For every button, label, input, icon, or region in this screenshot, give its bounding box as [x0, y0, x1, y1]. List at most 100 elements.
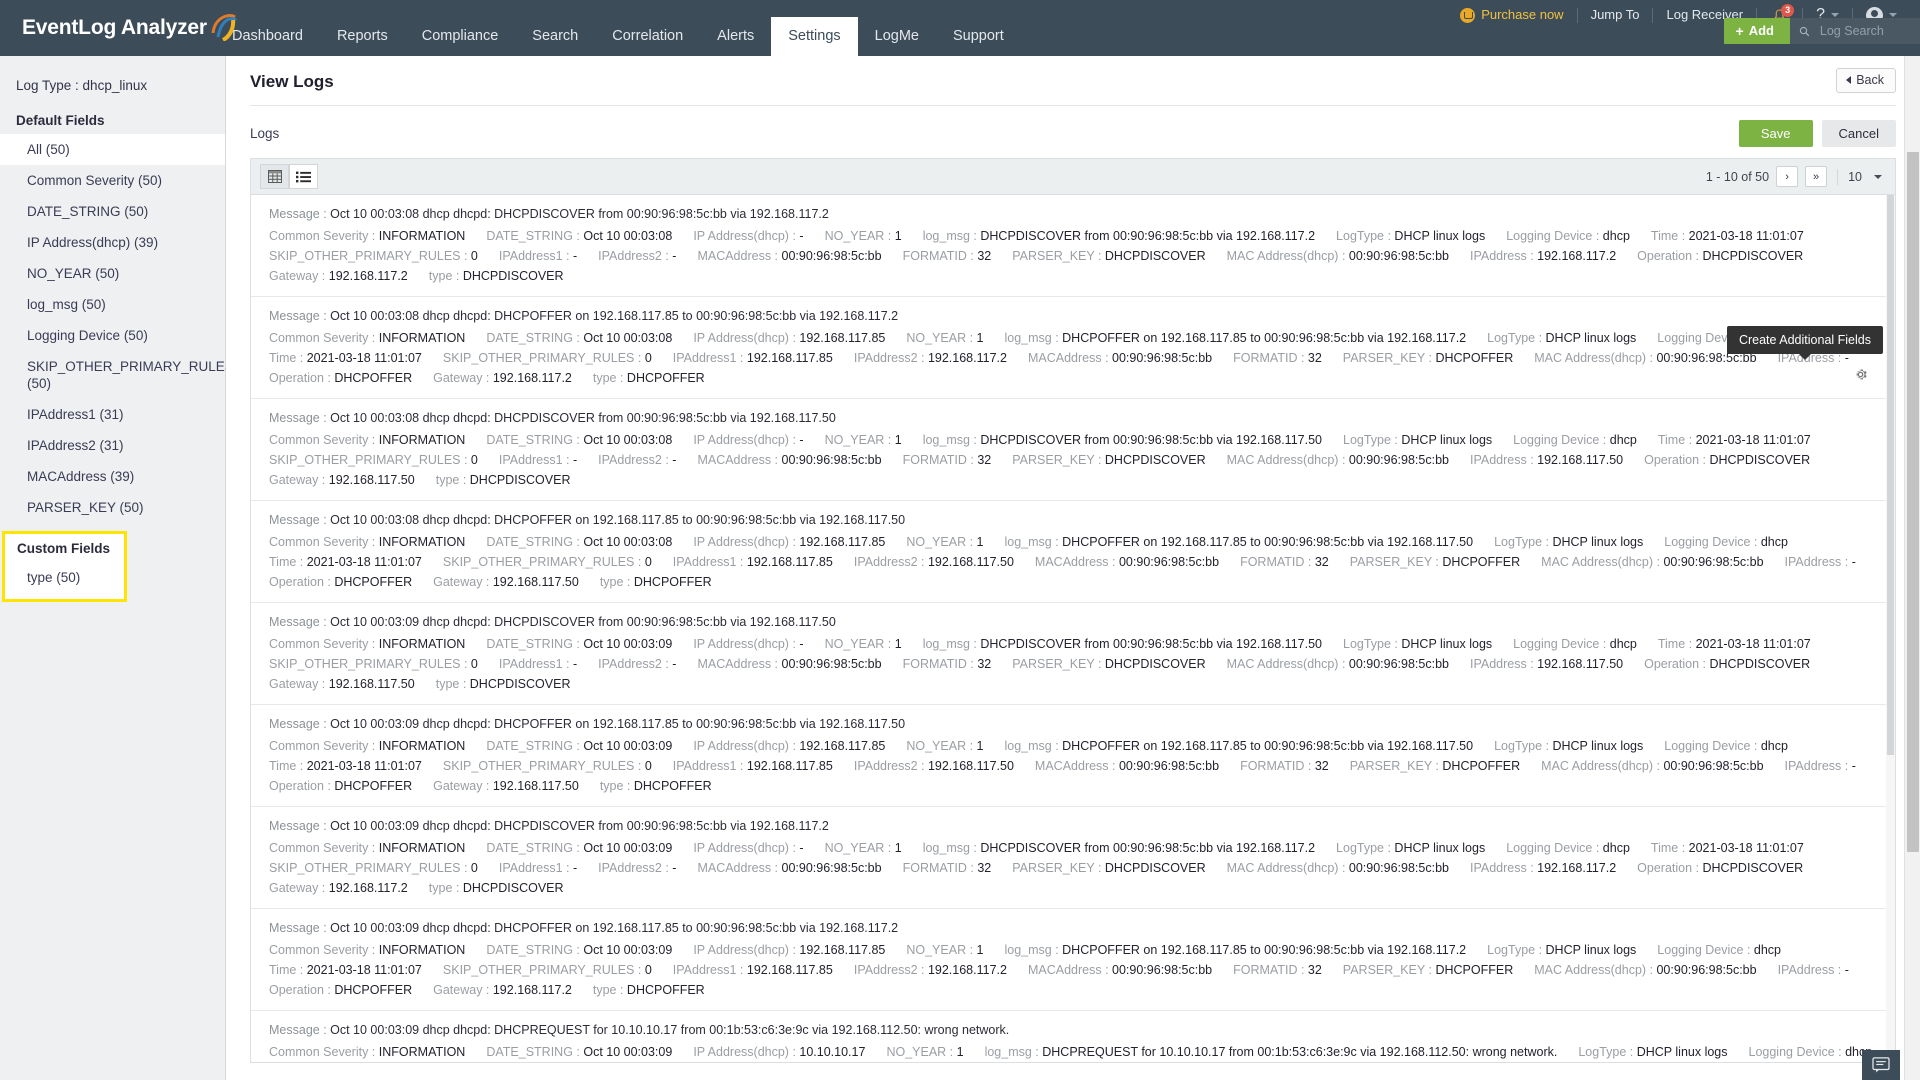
log-field: IPAddress : 192.168.117.2 — [1470, 861, 1616, 875]
log-field-value: DHCPDISCOVER — [470, 473, 571, 487]
cancel-button[interactable]: Cancel — [1822, 120, 1896, 147]
nav-item-alerts[interactable]: Alerts — [700, 17, 771, 56]
log-field-value: 32 — [1315, 759, 1329, 773]
panel-scrollbar[interactable] — [1886, 195, 1895, 1063]
nav-item-compliance[interactable]: Compliance — [405, 17, 516, 56]
sidebar-item-no-year[interactable]: NO_YEAR (50) — [0, 258, 225, 289]
chevron-down-icon — [1889, 13, 1897, 17]
log-field-row: Common Severity : INFORMATIONDATE_STRING… — [269, 838, 1877, 858]
log-field-value: 32 — [977, 861, 991, 875]
back-button[interactable]: Back — [1836, 68, 1896, 93]
log-field: IPAddress : 192.168.117.2 — [1470, 249, 1616, 263]
log-field-key: log_msg : — [1004, 739, 1062, 753]
list-view-button[interactable] — [289, 164, 318, 189]
log-field: MAC Address(dhcp) : 00:90:96:98:5c:bb — [1541, 555, 1763, 569]
log-field-key: IPAddress : — [1785, 555, 1852, 569]
log-field-value: DHCPOFFER on 192.168.117.85 to 00:90:96:… — [1062, 535, 1473, 549]
log-field: DATE_STRING : Oct 10 00:03:09 — [486, 841, 672, 855]
sidebar-item-all[interactable]: All (50) — [0, 134, 225, 165]
sidebar-item-common-severity[interactable]: Common Severity (50) — [0, 165, 225, 196]
table-view-icon — [268, 170, 282, 183]
log-field-key: type : — [436, 677, 470, 691]
log-field-value: 192.168.117.50 — [493, 575, 579, 589]
log-field: IP Address(dhcp) : 192.168.117.85 — [693, 739, 885, 753]
log-field-value: DHCP linux logs — [1401, 637, 1492, 651]
breadcrumb[interactable]: Logs — [250, 126, 279, 141]
nav-item-logme[interactable]: LogMe — [858, 17, 936, 56]
log-field-key: MACAddress : — [1028, 963, 1112, 977]
sidebar-item-skip-other-primary-rules[interactable]: SKIP_OTHER_PRIMARY_RULES (50) — [0, 351, 225, 399]
nav-item-reports[interactable]: Reports — [320, 17, 405, 56]
log-field-key: Common Severity : — [269, 535, 379, 549]
log-field-value: 00:90:96:98:5c:bb — [1349, 249, 1449, 263]
log-field: IPAddress2 : - — [598, 657, 676, 671]
log-field-value: dhcp — [1603, 841, 1630, 855]
add-button[interactable]: + Add — [1724, 18, 1790, 44]
last-page-button[interactable]: » — [1805, 166, 1827, 187]
log-field-value: 192.168.117.50 — [928, 759, 1014, 773]
log-field: type : DHCPOFFER — [593, 983, 705, 997]
log-field-value: DHCPDISCOVER — [463, 269, 564, 283]
table-view-button[interactable] — [260, 164, 289, 189]
log-field: FORMATID : 32 — [903, 453, 992, 467]
log-field: NO_YEAR : 1 — [906, 331, 983, 345]
purchase-now-link[interactable]: Purchase now — [1447, 6, 1576, 24]
log-field-value: Oct 10 00:03:08 — [583, 331, 672, 345]
log-field: DATE_STRING : Oct 10 00:03:09 — [486, 943, 672, 957]
nav-item-support[interactable]: Support — [936, 17, 1021, 56]
sidebar-item-macaddress[interactable]: MACAddress (39) — [0, 461, 225, 492]
log-search-input[interactable] — [1818, 23, 1920, 39]
log-field: MACAddress : 00:90:96:98:5c:bb — [697, 861, 881, 875]
nav-item-correlation[interactable]: Correlation — [595, 17, 700, 56]
top-bar: EventLog Analyzer Dashboard Reports Comp… — [0, 0, 1920, 56]
log-field-key: PARSER_KEY : — [1012, 657, 1105, 671]
log-field-value: 192.168.117.50 — [493, 779, 579, 793]
jump-to-link[interactable]: Jump To — [1578, 6, 1653, 24]
log-field-value: dhcp — [1761, 535, 1788, 549]
sidebar-item-log-msg[interactable]: log_msg (50) — [0, 289, 225, 320]
log-field: Logging Device : dhcp — [1657, 943, 1781, 957]
sidebar-item-parser-key[interactable]: PARSER_KEY (50) — [0, 492, 225, 523]
log-message: Message : Oct 10 00:03:08 dhcp dhcpd: DH… — [269, 306, 1877, 328]
log-field: IP Address(dhcp) : - — [693, 229, 803, 243]
log-field-key: PARSER_KEY : — [1012, 861, 1105, 875]
log-search-box[interactable] — [1790, 18, 1920, 44]
sidebar-item-ipaddress2[interactable]: IPAddress2 (31) — [0, 430, 225, 461]
next-page-button[interactable]: › — [1776, 166, 1798, 187]
log-field: MACAddress : 00:90:96:98:5c:bb — [1035, 759, 1219, 773]
page-scrollbar[interactable] — [1904, 56, 1920, 1080]
sidebar-item-date-string[interactable]: DATE_STRING (50) — [0, 196, 225, 227]
log-field-value: INFORMATION — [379, 943, 466, 957]
page-scrollbar-thumb[interactable] — [1907, 152, 1919, 852]
breadcrumb-row: Logs Save Cancel — [226, 106, 1920, 148]
log-field: FORMATID : 32 — [903, 657, 992, 671]
create-additional-fields-button[interactable] — [1852, 366, 1869, 388]
chat-support-button[interactable] — [1862, 1050, 1900, 1080]
log-field-key: LogType : — [1578, 1045, 1636, 1059]
log-field-key: Operation : — [269, 983, 334, 997]
log-field-value: - — [672, 453, 676, 467]
log-field-value: 1 — [977, 535, 984, 549]
log-field-value: 2021-03-18 11:01:07 — [1689, 229, 1804, 243]
nav-item-settings[interactable]: Settings — [771, 17, 857, 56]
log-field-value: INFORMATION — [379, 229, 466, 243]
sidebar-item-logging-device[interactable]: Logging Device (50) — [0, 320, 225, 351]
page-size-select[interactable]: 10 — [1848, 170, 1886, 184]
panel-scrollbar-thumb[interactable] — [1887, 195, 1894, 755]
sidebar-item-type[interactable]: type (50) — [5, 562, 124, 593]
log-field-key: DATE_STRING : — [486, 739, 583, 753]
log-field-value: 0 — [645, 759, 652, 773]
create-additional-fields-tooltip: Create Additional Fields — [1727, 326, 1883, 354]
log-field-value: Oct 10 00:03:08 — [583, 433, 672, 447]
sidebar-item-ip-address-dhcp[interactable]: IP Address(dhcp) (39) — [0, 227, 225, 258]
nav-item-search[interactable]: Search — [515, 17, 595, 56]
log-field-value: DHCPDISCOVER — [1703, 861, 1804, 875]
log-field: log_msg : DHCPOFFER on 192.168.117.85 to… — [1004, 535, 1473, 549]
save-button[interactable]: Save — [1739, 120, 1813, 147]
log-entry: Message : Oct 10 00:03:09 dhcp dhcpd: DH… — [251, 705, 1895, 807]
purchase-now-label: Purchase now — [1481, 6, 1563, 24]
sidebar-item-ipaddress1[interactable]: IPAddress1 (31) — [0, 399, 225, 430]
log-field-key: MACAddress : — [697, 249, 781, 263]
log-field: NO_YEAR : 1 — [906, 943, 983, 957]
brand-logo[interactable]: EventLog Analyzer — [0, 0, 215, 56]
